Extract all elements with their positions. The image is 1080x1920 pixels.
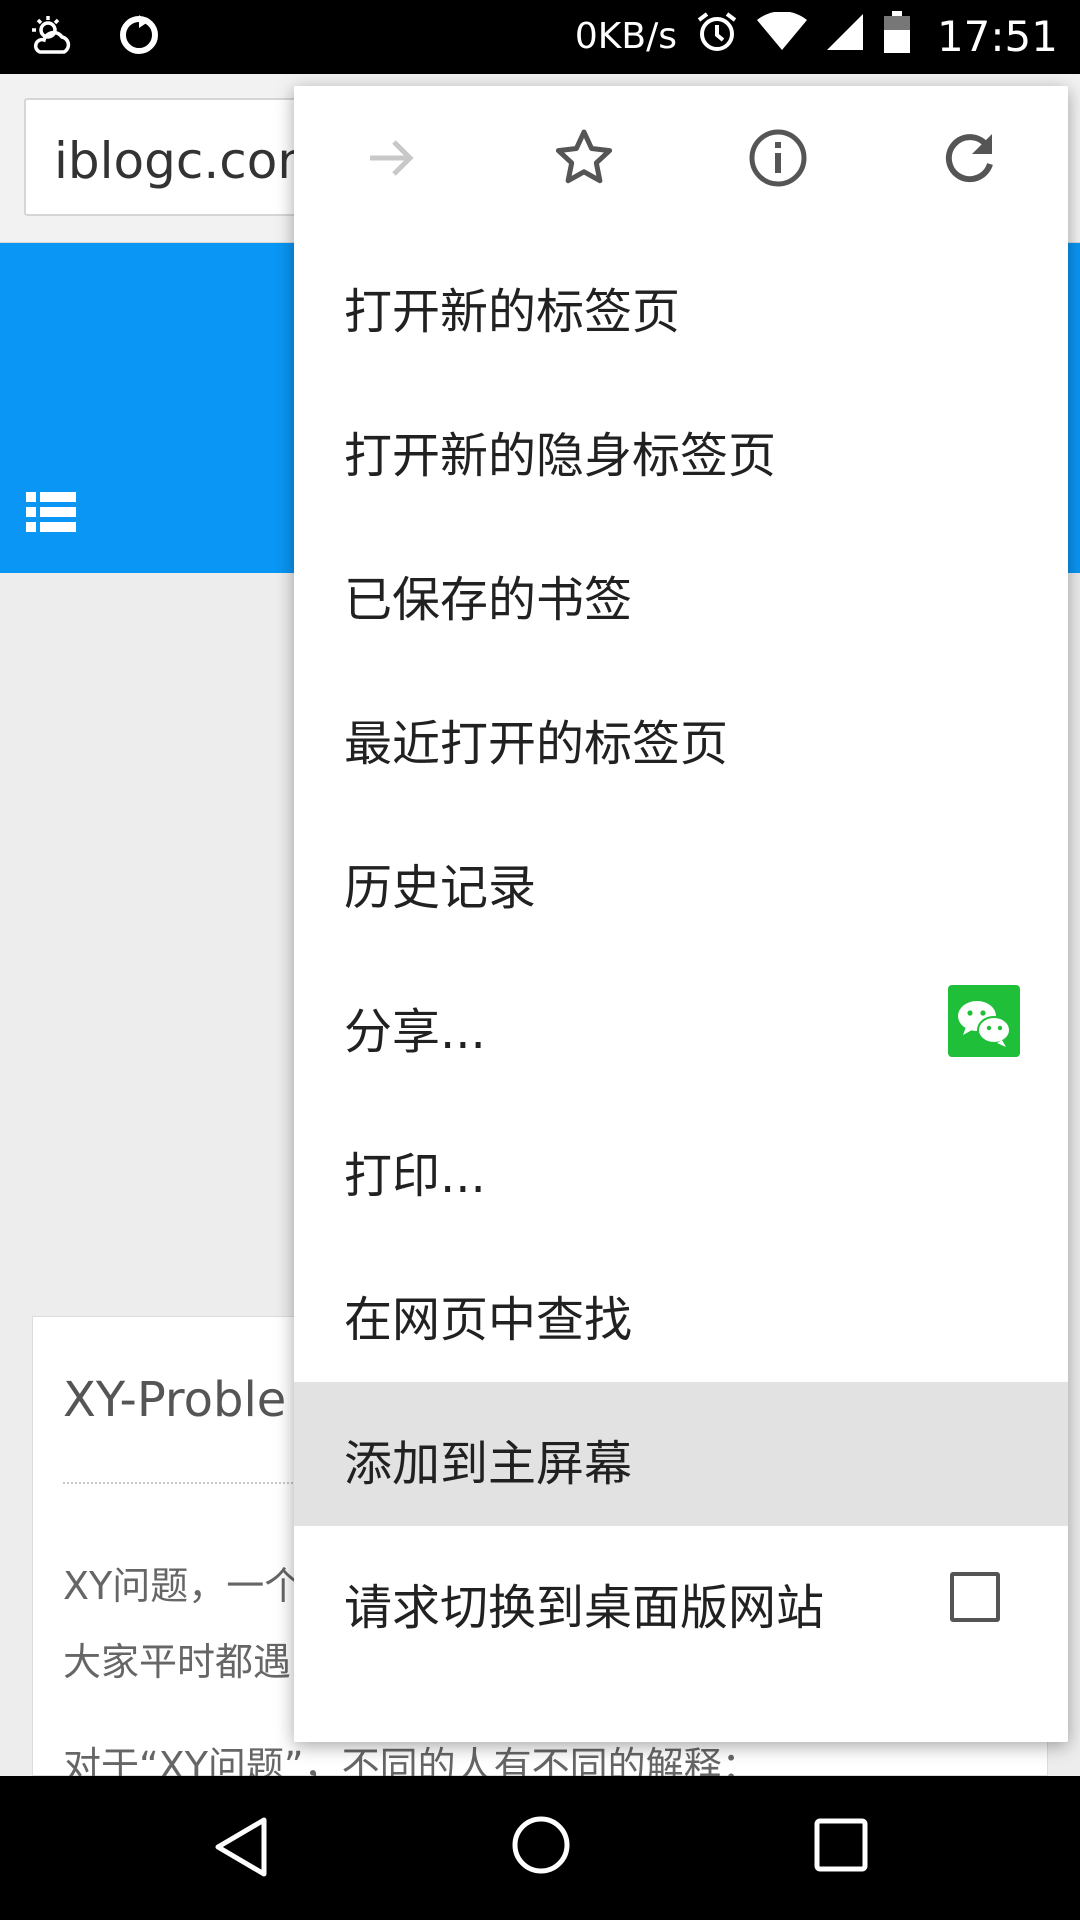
menu-item-label: 历史记录 [344, 860, 537, 916]
menu-item-label: 分享... [344, 1004, 486, 1060]
menu-item-request-desktop-site[interactable]: 请求切换到桌面版网站 [294, 1526, 1068, 1670]
menu-item-label: 设置 [344, 1730, 440, 1742]
weather-icon [30, 12, 76, 62]
menu-item-label: 添加到主屏幕 [344, 1436, 633, 1492]
forward-icon[interactable] [356, 122, 428, 194]
wifi-icon [756, 11, 807, 61]
menu-item-new-tab[interactable]: 打开新的标签页 [294, 230, 1068, 374]
menu-item-recent-tabs[interactable]: 最近打开的标签页 [294, 662, 1068, 806]
menu-item-share[interactable]: 分享... [294, 950, 1068, 1094]
menu-item-add-to-home-screen[interactable]: 添加到主屏幕 [294, 1382, 1068, 1526]
sync-icon [116, 12, 162, 62]
menu-item-label: 请求切换到桌面版网站 [344, 1580, 825, 1636]
clock: 17:51 [936, 12, 1058, 61]
menu-item-history[interactable]: 历史记录 [294, 806, 1068, 950]
list-menu-icon[interactable] [26, 490, 76, 538]
home-nav-icon[interactable] [510, 1814, 572, 1880]
article-title[interactable]: XY-Proble [63, 1372, 286, 1428]
menu-item-label: 在网页中查找 [344, 1292, 633, 1348]
navigation-bar [0, 1776, 1080, 1920]
info-icon[interactable] [742, 122, 814, 194]
menu-item-label: 打开新的标签页 [344, 284, 681, 340]
article-text: 大家平时都遇 [63, 1640, 292, 1684]
menu-item-label: 最近打开的标签页 [344, 716, 729, 772]
menu-item-find-in-page[interactable]: 在网页中查找 [294, 1238, 1068, 1382]
article-text: XY问题，一个 [63, 1564, 303, 1608]
status-bar: 0KB/s 17:51 [0, 0, 1080, 74]
battery-icon [883, 10, 911, 63]
menu-item-label: 打印... [344, 1148, 486, 1204]
menu-icon-row [294, 86, 1068, 230]
menu-item-bookmarks[interactable]: 已保存的书签 [294, 518, 1068, 662]
menu-item-print[interactable]: 打印... [294, 1094, 1068, 1238]
recents-nav-icon[interactable] [812, 1816, 870, 1878]
menu-item-label: 打开新的隐身标签页 [344, 428, 777, 484]
browser-overflow-menu: 打开新的标签页 打开新的隐身标签页 已保存的书签 最近打开的标签页 历史记录 分… [294, 86, 1068, 1742]
refresh-icon[interactable] [934, 122, 1006, 194]
star-icon[interactable] [548, 122, 620, 194]
wechat-icon[interactable] [948, 985, 1020, 1057]
menu-item-new-incognito-tab[interactable]: 打开新的隐身标签页 [294, 374, 1068, 518]
back-nav-icon[interactable] [210, 1814, 274, 1884]
alarm-icon [695, 10, 739, 63]
url-text: iblogc.com [54, 132, 327, 190]
menu-item-label: 已保存的书签 [344, 572, 633, 628]
signal-icon [825, 12, 865, 61]
net-speed: 0KB/s [574, 16, 677, 57]
desktop-site-checkbox[interactable] [950, 1572, 1000, 1622]
menu-item-settings[interactable]: 设置 [294, 1670, 1068, 1742]
